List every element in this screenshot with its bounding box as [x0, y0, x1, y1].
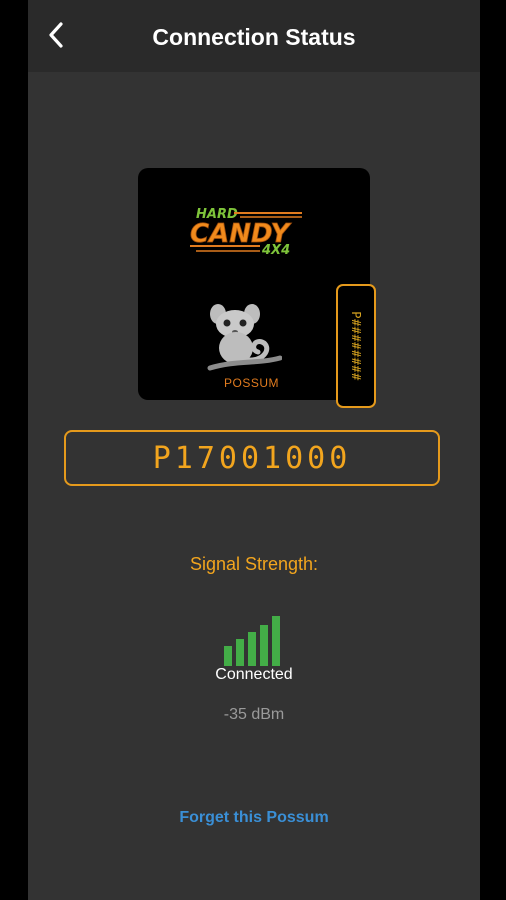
signal-strength-label: Signal Strength:	[189, 554, 319, 574]
header: Connection Status	[28, 0, 480, 72]
connection-status: Connected	[215, 666, 293, 683]
signal-dbm: -35 dBm	[223, 706, 285, 723]
serial-tag: P########	[336, 284, 376, 408]
possum-icon	[207, 304, 282, 371]
signal-bar-2	[236, 639, 244, 666]
signal-bars-icon	[224, 616, 282, 666]
signal-bar-1	[224, 646, 232, 666]
serial-number-field: P17001000	[64, 430, 440, 486]
brand-label: POSSUM	[224, 376, 280, 390]
signal-bar-5	[272, 616, 280, 666]
signal-bar-3	[248, 632, 256, 666]
hard-candy-logo-icon: HARD CANDY 4X4	[190, 207, 302, 258]
serial-tag-text: P########	[349, 311, 363, 381]
serial-number: P17001000	[152, 440, 352, 476]
page-title: Connection Status	[152, 24, 356, 50]
svg-text:4X4: 4X4	[261, 243, 290, 258]
device-image: HARD CANDY 4X4 POSSUM P########	[138, 168, 376, 408]
connection-status-screen: Connection Status HARD CANDY 4X4 POSSUM …	[28, 0, 480, 900]
forget-possum-link[interactable]: Forget this Possum	[28, 809, 480, 827]
signal-bar-4	[260, 625, 268, 666]
